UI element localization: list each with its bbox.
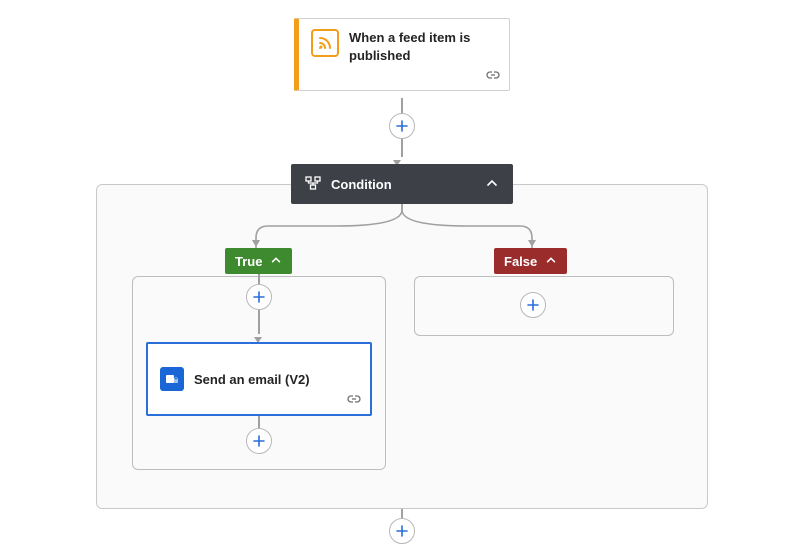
trigger-title: When a feed item is published xyxy=(349,29,497,64)
condition-icon xyxy=(305,176,321,193)
chevron-up-icon xyxy=(545,254,557,269)
connector-line xyxy=(258,274,260,284)
add-step-button[interactable] xyxy=(520,292,546,318)
branch-true-label: True xyxy=(235,254,262,269)
trigger-card[interactable]: When a feed item is published xyxy=(294,18,510,91)
connector-line xyxy=(401,98,403,114)
flow-canvas: When a feed item is published Condition xyxy=(0,0,800,550)
chevron-up-icon xyxy=(270,254,282,269)
arrow-head-icon xyxy=(392,155,402,551)
add-step-button[interactable] xyxy=(389,113,415,139)
chevron-up-icon xyxy=(485,176,499,193)
add-step-button[interactable] xyxy=(246,284,272,310)
action-card[interactable]: Send an email (V2) xyxy=(146,342,372,416)
rss-icon xyxy=(311,29,339,57)
branch-true-header[interactable]: True xyxy=(225,248,292,274)
link-icon xyxy=(346,393,362,408)
condition-label: Condition xyxy=(331,177,392,192)
connector-line xyxy=(258,416,260,428)
connector-line xyxy=(258,310,260,334)
branch-false-label: False xyxy=(504,254,537,269)
add-step-button[interactable] xyxy=(246,428,272,454)
add-step-button[interactable] xyxy=(389,518,415,544)
branch-false-header[interactable]: False xyxy=(494,248,567,274)
condition-header[interactable]: Condition xyxy=(291,164,513,204)
link-icon xyxy=(485,69,501,84)
outlook-icon xyxy=(160,367,184,391)
branch-connector xyxy=(96,204,708,274)
action-title: Send an email (V2) xyxy=(194,372,310,387)
